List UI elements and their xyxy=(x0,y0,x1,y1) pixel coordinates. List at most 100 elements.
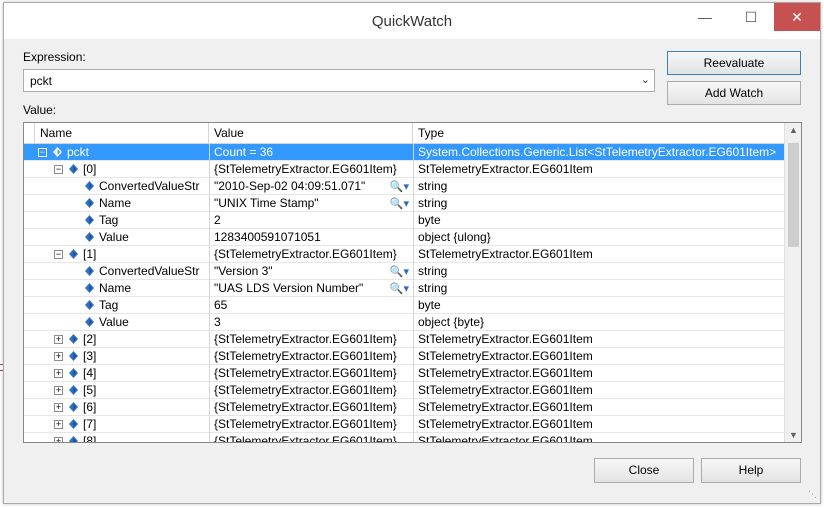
expand-icon[interactable]: + xyxy=(54,420,63,429)
tree-row[interactable]: ConvertedValueStr "Version 3" 🔍▾ string xyxy=(24,263,784,280)
row-name: [2] xyxy=(83,332,97,346)
row-name: Tag xyxy=(99,213,119,227)
expand-icon[interactable]: + xyxy=(54,386,63,395)
row-type: StTelemetryExtractor.EG601Item xyxy=(418,332,593,346)
row-name: [1] xyxy=(83,247,97,261)
tree-row[interactable]: Value 3 object {byte} xyxy=(24,314,784,331)
scroll-thumb[interactable] xyxy=(788,143,799,247)
tree-row[interactable]: + [7] {StTelemetryExtractor.EG601Item} StTe… xyxy=(24,416,784,433)
maximize-button[interactable]: ☐ xyxy=(728,3,774,31)
row-name: Name xyxy=(99,281,132,295)
row-value-cell[interactable]: "UAS LDS Version Number" 🔍▾ xyxy=(209,280,413,297)
field-icon xyxy=(69,419,78,429)
expression-input[interactable]: pckt xyxy=(30,74,52,88)
resize-grip-icon[interactable]: ⋱ xyxy=(808,489,817,500)
visualizer-search-icon[interactable]: 🔍▾ xyxy=(390,196,409,212)
add-watch-button[interactable]: Add Watch xyxy=(667,81,801,105)
tree-row[interactable]: − [1] {StTelemetryExtractor.EG601Item} StTe… xyxy=(24,246,784,263)
row-type-cell: System.Collections.Generic.List<StTeleme… xyxy=(413,144,784,161)
visualizer-search-icon[interactable]: 🔍▾ xyxy=(390,281,409,297)
row-type-cell: StTelemetryExtractor.EG601Item xyxy=(413,331,784,348)
row-type: StTelemetryExtractor.EG601Item xyxy=(418,383,593,397)
row-value-cell[interactable]: {StTelemetryExtractor.EG601Item} xyxy=(209,365,413,382)
title-bar[interactable]: QuickWatch — ☐ ✕ xyxy=(4,3,820,39)
visualizer-search-icon[interactable]: 🔍▾ xyxy=(390,179,409,195)
row-value-cell[interactable]: {StTelemetryExtractor.EG601Item} xyxy=(209,433,413,442)
row-name: [6] xyxy=(83,400,97,414)
row-value-cell[interactable]: "Version 3" 🔍▾ xyxy=(209,263,413,280)
scroll-up-icon[interactable]: ▲ xyxy=(785,125,801,135)
minimize-icon: — xyxy=(698,9,712,25)
field-icon xyxy=(69,334,78,344)
collapse-icon[interactable]: − xyxy=(54,165,63,174)
collapse-icon[interactable]: − xyxy=(54,250,63,259)
row-value-cell[interactable]: 65 xyxy=(209,297,413,314)
row-value-cell[interactable]: 3 xyxy=(209,314,413,331)
row-value-cell[interactable]: Count = 36 xyxy=(209,144,413,161)
row-value-cell[interactable]: "UNIX Time Stamp" 🔍▾ xyxy=(209,195,413,212)
row-value-cell[interactable]: {StTelemetryExtractor.EG601Item} xyxy=(209,416,413,433)
row-name: pckt xyxy=(67,145,90,159)
expand-icon[interactable]: + xyxy=(54,352,63,361)
tree-row[interactable]: Name "UNIX Time Stamp" 🔍▾ string xyxy=(24,195,784,212)
tree-row[interactable]: Tag 2 byte xyxy=(24,212,784,229)
tree-row[interactable]: − [0] {StTelemetryExtractor.EG601Item} StTe… xyxy=(24,161,784,178)
expand-icon[interactable]: + xyxy=(54,335,63,344)
row-name-cell: Tag xyxy=(34,297,209,314)
row-value: {StTelemetryExtractor.EG601Item} xyxy=(214,247,397,261)
close-button[interactable]: Close xyxy=(594,458,694,483)
field-icon xyxy=(69,368,78,378)
column-header-type[interactable]: Type xyxy=(413,123,784,144)
expand-icon[interactable]: + xyxy=(54,403,63,412)
tree-row[interactable]: + [3] {StTelemetryExtractor.EG601Item} StTe… xyxy=(24,348,784,365)
column-header-name[interactable]: Name xyxy=(34,123,209,144)
tree-row[interactable]: + [5] {StTelemetryExtractor.EG601Item} StTe… xyxy=(24,382,784,399)
row-value-cell[interactable]: {StTelemetryExtractor.EG601Item} xyxy=(209,399,413,416)
tree-row[interactable]: Name "UAS LDS Version Number" 🔍▾ string xyxy=(24,280,784,297)
expand-icon[interactable]: + xyxy=(54,437,63,442)
row-value: "2010-Sep-02 04:09:51.071" xyxy=(214,179,366,193)
visualizer-search-icon[interactable]: 🔍▾ xyxy=(390,264,409,280)
row-type-cell: string xyxy=(413,263,784,280)
row-value: 3 xyxy=(214,315,221,329)
row-value-cell[interactable]: "2010-Sep-02 04:09:51.071" 🔍▾ xyxy=(209,178,413,195)
tree-row[interactable]: − pckt Count = 36 System.Collections.Generi… xyxy=(24,144,784,161)
row-name-cell: ConvertedValueStr xyxy=(34,178,209,195)
row-value-cell[interactable]: {StTelemetryExtractor.EG601Item} xyxy=(209,382,413,399)
tree-row[interactable]: Tag 65 byte xyxy=(24,297,784,314)
column-header-value[interactable]: Value xyxy=(209,123,413,144)
row-name-cell: Name xyxy=(34,195,209,212)
tree-row[interactable]: + [4] {StTelemetryExtractor.EG601Item} StTe… xyxy=(24,365,784,382)
row-value-cell[interactable]: {StTelemetryExtractor.EG601Item} xyxy=(209,331,413,348)
row-value-cell[interactable]: 2 xyxy=(209,212,413,229)
vertical-scrollbar[interactable]: ▲ ▼ xyxy=(784,123,801,442)
row-value-cell[interactable]: {StTelemetryExtractor.EG601Item} xyxy=(209,246,413,263)
row-type: StTelemetryExtractor.EG601Item xyxy=(418,366,593,380)
minimize-button[interactable]: — xyxy=(682,3,728,31)
help-button[interactable]: Help xyxy=(701,458,801,483)
scroll-down-icon[interactable]: ▼ xyxy=(785,430,801,440)
field-icon xyxy=(69,436,78,442)
tree-row[interactable]: + [8] {StTelemetryExtractor.EG601Item} StTe… xyxy=(24,433,784,443)
row-type: System.Collections.Generic.List<StTeleme… xyxy=(418,145,777,159)
row-type-cell: StTelemetryExtractor.EG601Item xyxy=(413,399,784,416)
row-value-cell[interactable]: 1283400591071051 xyxy=(209,229,413,246)
row-name: [7] xyxy=(83,417,97,431)
reevaluate-button[interactable]: Reevaluate xyxy=(667,51,801,75)
row-value-cell[interactable]: {StTelemetryExtractor.EG601Item} xyxy=(209,161,413,178)
row-value: 2 xyxy=(214,213,221,227)
collapse-icon[interactable]: − xyxy=(38,148,47,157)
external-marker xyxy=(0,364,3,371)
tree-row[interactable]: + [2] {StTelemetryExtractor.EG601Item} StTe… xyxy=(24,331,784,348)
row-type: StTelemetryExtractor.EG601Item xyxy=(418,434,593,443)
row-value-cell[interactable]: {StTelemetryExtractor.EG601Item} xyxy=(209,348,413,365)
row-name-cell: + [3] xyxy=(34,348,209,365)
tree-row[interactable]: Value 1283400591071051 object {ulong} xyxy=(24,229,784,246)
close-window-button[interactable]: ✕ xyxy=(774,3,820,31)
row-value: {StTelemetryExtractor.EG601Item} xyxy=(214,349,397,363)
expression-combobox[interactable]: pckt ⌄ xyxy=(23,69,655,92)
tree-row[interactable]: + [6] {StTelemetryExtractor.EG601Item} StTe… xyxy=(24,399,784,416)
chevron-down-icon[interactable]: ⌄ xyxy=(641,73,650,86)
tree-row[interactable]: ConvertedValueStr "2010-Sep-02 04:09:51.0… xyxy=(24,178,784,195)
expand-icon[interactable]: + xyxy=(54,369,63,378)
